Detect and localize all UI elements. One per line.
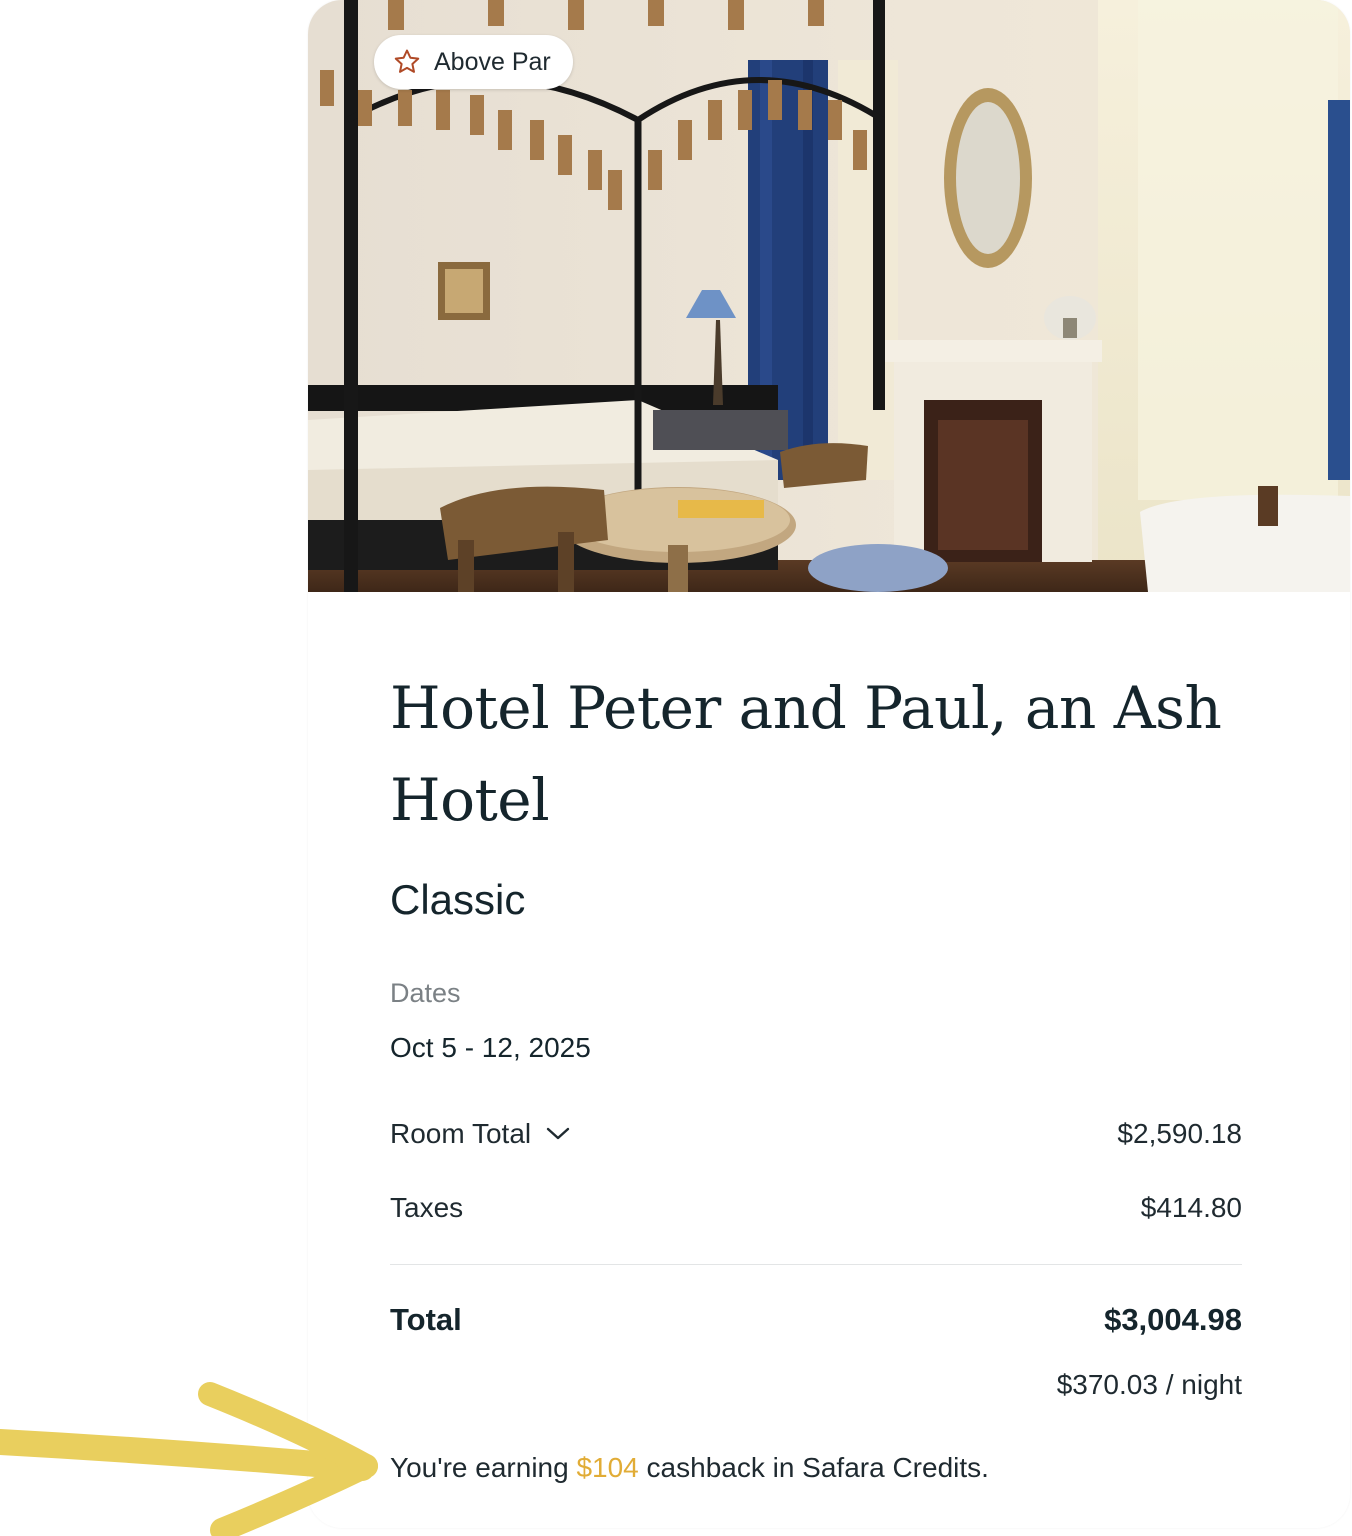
dates-label: Dates: [390, 978, 461, 1008]
total-label: Total: [390, 1302, 462, 1337]
taxes-value: $414.80: [1140, 1192, 1242, 1223]
chevron-down-icon: [546, 1127, 570, 1140]
cashback-message: You're earning $104 cashback in Safara C…: [390, 1452, 989, 1484]
booking-summary-card: Above Par Hotel Peter and Paul, an Ash H…: [308, 0, 1350, 1528]
per-night-price: $370.03 / night: [1056, 1369, 1242, 1400]
divider: [390, 1264, 1242, 1265]
star-icon: [394, 49, 420, 73]
room-type: Classic: [390, 876, 526, 923]
room-total-value: $2,590.18: [1117, 1118, 1242, 1149]
cashback-prefix: You're earning: [390, 1452, 577, 1483]
hotel-name: Hotel Peter and Paul, an Ash Hotel: [390, 674, 1222, 834]
above-par-badge: Above Par: [374, 35, 573, 89]
taxes-row: Taxes $414.80: [390, 1192, 1242, 1224]
dates-value: Oct 5 - 12, 2025: [390, 1032, 591, 1063]
room-total-toggle[interactable]: Room Total: [390, 1118, 571, 1150]
cashback-suffix: cashback in Safara Credits.: [638, 1452, 989, 1483]
hotel-room-photo: Above Par: [308, 0, 1350, 592]
arrow-annotation-icon: [0, 1382, 378, 1536]
total-value: $3,004.98: [1104, 1302, 1242, 1337]
cashback-amount: $104: [576, 1452, 639, 1483]
taxes-label: Taxes: [390, 1192, 464, 1223]
total-row: Total $3,004.98: [390, 1302, 1242, 1338]
room-total-row: Room Total $2,590.18: [390, 1118, 1242, 1150]
room-total-label: Room Total: [390, 1118, 532, 1149]
badge-label: Above Par: [434, 47, 551, 76]
